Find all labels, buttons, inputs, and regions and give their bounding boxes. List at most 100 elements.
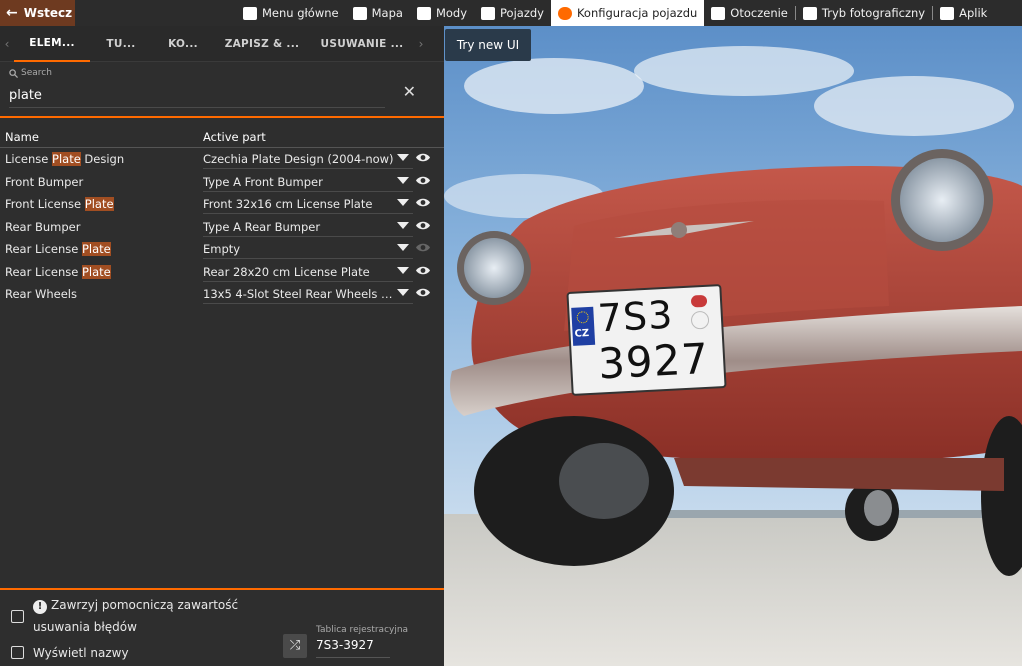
table-row: Front Bumper Type A Front Bumper xyxy=(0,171,444,194)
config-tabs: ‹ ELEM... TU... KO... ZAPISZ & ... USUWA… xyxy=(0,26,444,62)
chevron-down-icon[interactable] xyxy=(397,221,409,229)
inspection-sticker-icon xyxy=(690,294,708,308)
chevron-down-icon[interactable] xyxy=(397,289,409,296)
engine-icon xyxy=(557,6,572,20)
plate-input[interactable]: 7S3-3927 xyxy=(316,638,390,658)
menu-item-vehicle-config[interactable]: Konfiguracja pojazdu xyxy=(550,0,705,26)
plate-country: CZ xyxy=(574,327,590,340)
column-name: Name xyxy=(5,130,39,144)
arrow-left-icon: ← xyxy=(6,5,18,21)
menu-item-mods[interactable]: Mody xyxy=(410,0,474,26)
eye-icon[interactable] xyxy=(415,197,431,208)
part-slot-name: Front Bumper xyxy=(0,175,203,189)
eye-icon[interactable] xyxy=(415,287,431,298)
debug-label-line2: usuwania błędów xyxy=(33,620,137,634)
back-button[interactable]: ← Wstecz xyxy=(0,0,75,26)
table-row: Rear Wheels 13x5 4-Slot Steel Rear Wheels… xyxy=(0,283,444,306)
menu-icon xyxy=(243,6,257,20)
active-part-select[interactable]: Czechia Plate Design (2004-now) xyxy=(203,149,413,170)
search-icon xyxy=(9,68,18,78)
menu-item-vehicles[interactable]: Pojazdy xyxy=(474,0,551,26)
apps-icon xyxy=(940,6,955,20)
menu-item-environment[interactable]: Otoczenie xyxy=(704,0,795,26)
tab-debug[interactable]: USUWANIE ... xyxy=(310,26,414,62)
search-highlight: Plate xyxy=(52,152,81,167)
eye-icon[interactable] xyxy=(415,152,431,163)
part-slot-name-text: Rear Wheels xyxy=(5,287,77,302)
chevron-down-icon[interactable] xyxy=(397,154,409,161)
menu-item-apps[interactable]: Aplik xyxy=(933,0,994,26)
license-plate: CZ 7S3 3927 xyxy=(566,284,727,396)
table-row: Rear Bumper Type A Rear Bumper xyxy=(0,216,444,239)
tab-elements[interactable]: ELEM... xyxy=(14,26,90,62)
vehicle-viewport[interactable]: CZ 7S3 3927 xyxy=(444,26,1022,666)
parts-table: Name Active part License Plate Design Cze… xyxy=(0,130,444,306)
debug-checkbox[interactable] xyxy=(11,610,24,623)
menu-item-label: Aplik xyxy=(959,6,988,20)
chevron-down-icon[interactable] xyxy=(397,266,409,274)
tab-save[interactable]: ZAPISZ & ... xyxy=(214,26,310,62)
eye-icon[interactable] xyxy=(415,242,431,253)
active-part-select[interactable]: Type A Rear Bumper xyxy=(203,217,413,237)
part-slot-name: Rear License Plate xyxy=(0,264,203,279)
show-names-checkbox[interactable] xyxy=(11,646,24,659)
column-active-part: Active part xyxy=(203,130,266,144)
plate-line2: 3927 xyxy=(596,333,711,389)
warning-icon: ! xyxy=(33,600,47,614)
part-slot-name-text: Rear License xyxy=(5,264,82,279)
part-slot-name: Rear License Plate xyxy=(0,242,203,257)
part-slot-name: Rear Wheels xyxy=(0,287,203,301)
part-slot-name-text: Rear License xyxy=(5,242,82,257)
parts-panel: ‹ ELEM... TU... KO... ZAPISZ & ... USUWA… xyxy=(0,26,444,666)
search-box: Search plate ✕ xyxy=(0,62,444,118)
menu-item-photo-mode[interactable]: Tryb fotograficzny xyxy=(796,0,932,26)
table-row: Rear License Plate Rear 28x20 cm License … xyxy=(0,261,444,284)
tab-tuning[interactable]: TU... xyxy=(90,26,152,62)
chevron-down-icon[interactable] xyxy=(397,176,409,184)
scene-render xyxy=(444,26,1022,666)
active-part-select[interactable]: Front 32x16 cm License Plate xyxy=(203,194,413,215)
plate-line1: 7S3 xyxy=(596,292,675,341)
table-row: License Plate Design Czechia Plate Design… xyxy=(0,148,444,171)
menu-item-label: Mody xyxy=(435,6,468,20)
part-slot-name-text: Front License xyxy=(5,197,85,212)
part-slot-name-suffix: Design xyxy=(80,152,125,167)
chevron-down-icon[interactable] xyxy=(397,244,409,251)
menu-item-main-menu[interactable]: Menu główne xyxy=(236,0,346,26)
plate-label: Tablica rejestracyjna xyxy=(316,625,409,635)
table-header: Name Active part xyxy=(0,130,444,148)
menu-item-label: Pojazdy xyxy=(500,6,544,20)
active-part-select[interactable]: Empty xyxy=(203,239,413,260)
chevron-right-icon[interactable]: › xyxy=(414,37,428,51)
eye-icon[interactable] xyxy=(415,220,431,231)
show-names-label: Wyświetl nazwy xyxy=(33,646,129,660)
shuffle-icon[interactable]: ⤮ xyxy=(283,634,307,658)
search-input[interactable]: plate xyxy=(9,84,385,108)
car-icon xyxy=(481,6,496,20)
active-part-select[interactable]: 13x5 4-Slot Steel Rear Wheels (... xyxy=(203,284,413,305)
chevron-left-icon[interactable]: ‹ xyxy=(0,37,14,51)
eye-icon[interactable] xyxy=(415,265,431,276)
part-slot-name-text: Rear Bumper xyxy=(5,219,81,234)
try-new-ui-button[interactable]: Try new UI xyxy=(445,29,531,61)
active-part-select[interactable]: Type A Front Bumper xyxy=(203,172,413,192)
debug-label: ! Zawrzyj pomocniczą zawartość xyxy=(33,598,238,614)
camera-icon xyxy=(802,6,817,20)
eu-stars-icon xyxy=(576,311,590,324)
active-part-select[interactable]: Rear 28x20 cm License Plate xyxy=(203,262,413,282)
tab-colors[interactable]: KO... xyxy=(152,26,214,62)
close-icon[interactable]: ✕ xyxy=(403,82,416,101)
part-slot-name: License Plate Design xyxy=(0,152,203,167)
search-highlight: Plate xyxy=(84,197,114,212)
part-slot-name-text: Front Bumper xyxy=(5,174,84,189)
eye-icon[interactable] xyxy=(415,175,431,186)
part-slot-name-text: License xyxy=(5,152,53,167)
menu-item-label: Tryb fotograficzny xyxy=(821,6,926,20)
menu-item-label: Menu główne xyxy=(262,6,339,20)
chevron-down-icon[interactable] xyxy=(397,199,409,206)
menu-item-map[interactable]: Mapa xyxy=(346,0,410,26)
menu-item-label: Konfiguracja pojazdu xyxy=(576,6,698,20)
puzzle-icon xyxy=(416,6,431,20)
back-label: Wstecz xyxy=(23,6,73,20)
search-highlight: Plate xyxy=(82,264,111,279)
